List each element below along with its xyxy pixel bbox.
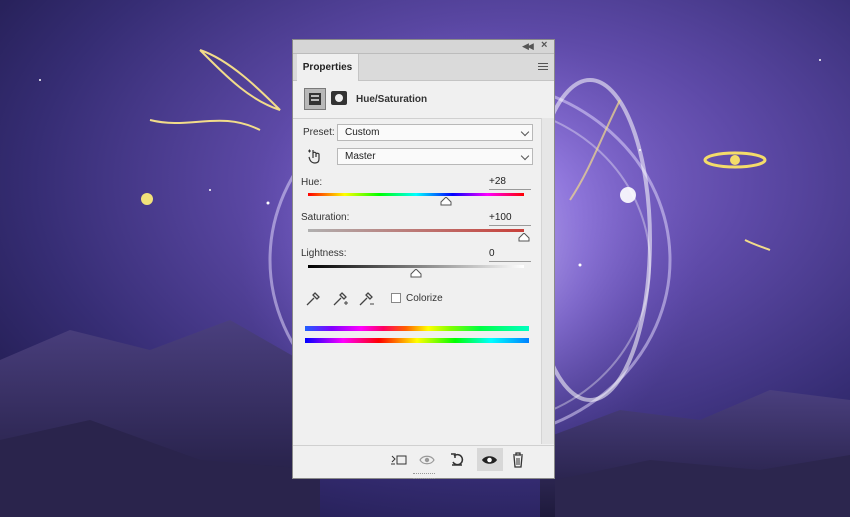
preset-value: Custom: [345, 127, 380, 138]
visibility-eye-icon[interactable]: [481, 452, 499, 468]
channel-value: Master: [345, 151, 376, 162]
channel-select[interactable]: Master: [337, 148, 533, 165]
lightness-slider-track[interactable]: [308, 265, 524, 268]
saturation-label: Saturation:: [301, 212, 350, 223]
colorize-checkbox[interactable]: [391, 293, 401, 303]
view-previous-icon[interactable]: [419, 452, 437, 468]
panel-scrollbar[interactable]: [541, 118, 554, 444]
saturation-value-field[interactable]: +100: [489, 212, 531, 226]
panel-footer: [293, 445, 554, 473]
tab-properties[interactable]: Properties: [297, 54, 359, 81]
panel-menu-icon[interactable]: [538, 63, 548, 71]
lightness-label: Lightness:: [301, 248, 347, 259]
output-color-bar: [305, 338, 529, 343]
eyedropper-icon[interactable]: [304, 290, 322, 308]
tab-row: Properties: [293, 54, 554, 81]
lightness-value-field[interactable]: 0: [489, 248, 531, 262]
hue-value-field[interactable]: +28: [489, 176, 531, 190]
eyedropper-plus-icon[interactable]: [331, 290, 349, 308]
reset-icon[interactable]: [449, 452, 467, 468]
adjustment-title: Hue/Saturation: [356, 94, 428, 105]
hue-saturation-icon[interactable]: [304, 88, 326, 110]
hue-slider-track[interactable]: [308, 193, 524, 196]
preset-select[interactable]: Custom: [337, 124, 533, 141]
resize-grip[interactable]: [413, 473, 435, 479]
close-icon[interactable]: ×: [541, 39, 547, 51]
colorize-label: Colorize: [406, 293, 443, 304]
layer-mask-icon[interactable]: [331, 91, 347, 105]
input-color-bar: [305, 326, 529, 331]
adjustment-header: Hue/Saturation: [293, 81, 554, 119]
properties-panel: ◀◀ × Properties Hue/Saturation Preset: C…: [292, 39, 555, 479]
eyedropper-minus-icon[interactable]: [357, 290, 375, 308]
hue-label: Hue:: [301, 177, 323, 188]
hand-adjust-icon[interactable]: [306, 147, 324, 165]
saturation-slider-track[interactable]: [308, 229, 524, 232]
panel-titlebar[interactable]: ◀◀ ×: [293, 39, 554, 54]
chevron-down-icon: [520, 151, 530, 161]
chevron-down-icon: [520, 127, 530, 137]
trash-icon[interactable]: [509, 452, 527, 468]
clip-to-layer-icon[interactable]: [390, 452, 408, 468]
double-chevron-icon[interactable]: ◀◀: [522, 41, 534, 52]
preset-label: Preset:: [303, 127, 335, 138]
